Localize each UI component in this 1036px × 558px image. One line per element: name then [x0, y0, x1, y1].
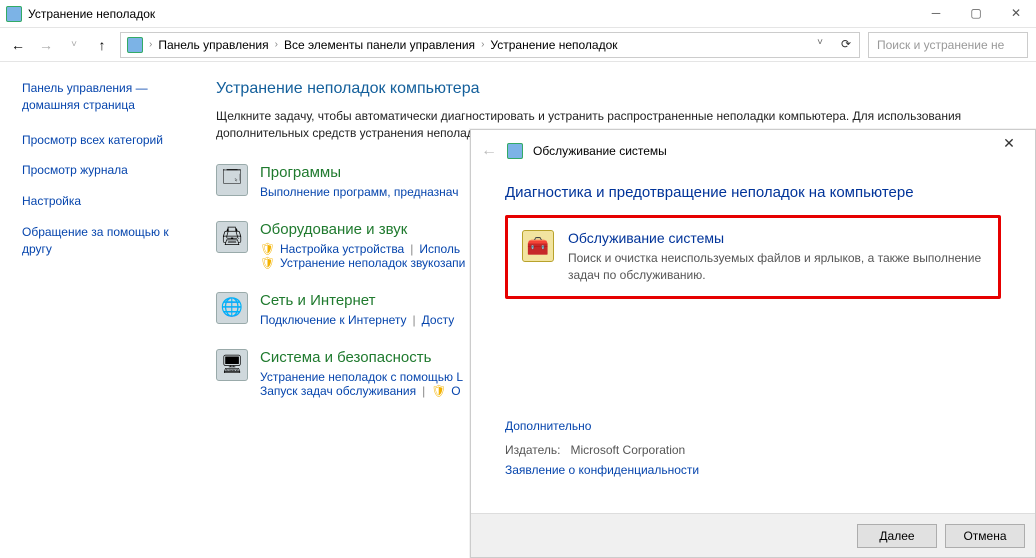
window-title: Устранение неполадок	[28, 7, 155, 21]
sidebar-help-friend-link[interactable]: Обращение за помощью к другу	[22, 224, 186, 258]
chevron-right-icon[interactable]: ›	[481, 39, 484, 50]
up-arrow-icon[interactable]: ↑	[92, 35, 112, 55]
run-programs-link[interactable]: Выполнение программ, предназнач	[260, 185, 458, 199]
sidebar-settings-link[interactable]: Настройка	[22, 193, 186, 210]
publisher-line: Издатель: Microsoft Corporation	[505, 443, 1001, 457]
configure-device-link[interactable]: Настройка устройства	[280, 242, 404, 256]
wizard-titlebar: ← Обслуживание системы ✕	[471, 130, 1035, 172]
cancel-button[interactable]: Отмена	[945, 524, 1025, 548]
chevron-right-icon[interactable]: ›	[275, 39, 278, 50]
category-title[interactable]: Система и безопасность	[260, 349, 463, 366]
publisher-name: Microsoft Corporation	[571, 443, 686, 457]
shield-icon: 🛡	[431, 384, 443, 396]
breadcrumb-item[interactable]: Устранение неполадок	[490, 38, 617, 52]
forward-arrow-icon[interactable]: →	[36, 35, 56, 55]
history-dropdown-icon[interactable]: ˅	[817, 37, 823, 48]
breadcrumb-item[interactable]: Панель управления	[158, 38, 268, 52]
maintenance-tasks-link[interactable]: Запуск задач обслуживания	[260, 384, 416, 398]
o-link[interactable]: О	[451, 384, 460, 398]
search-input[interactable]	[875, 37, 1021, 53]
maintenance-icon: 🧰	[522, 230, 554, 262]
address-bar: ← → ˅ ↑ › Панель управления › Все элемен…	[0, 28, 1036, 62]
category-title[interactable]: Программы	[260, 164, 458, 181]
category-title[interactable]: Сеть и Интернет	[260, 292, 454, 309]
close-button[interactable]: ✕	[996, 0, 1036, 26]
programs-icon: 🗔	[216, 164, 248, 196]
internet-connect-link[interactable]: Подключение к Интернету	[260, 313, 407, 327]
system-icon: 🖥	[216, 349, 248, 381]
shield-icon: 🛡	[260, 242, 272, 254]
minimize-button[interactable]: ─	[916, 0, 956, 26]
troubleshoot-with-link[interactable]: Устранение неполадок с помощью L	[260, 370, 463, 384]
category-title[interactable]: Оборудование и звук	[260, 221, 465, 238]
hardware-icon: 🖨	[216, 221, 248, 253]
breadcrumb-item[interactable]: Все элементы панели управления	[284, 38, 475, 52]
wizard-back-icon[interactable]: ←	[481, 142, 497, 160]
audio-troubleshoot-link[interactable]: Устранение неполадок звукозапи	[280, 256, 465, 270]
privacy-link[interactable]: Заявление о конфиденциальности	[505, 463, 1001, 477]
wizard-heading: Диагностика и предотвращение неполадок н…	[505, 184, 1001, 201]
shield-icon: 🛡	[260, 256, 272, 268]
use-link[interactable]: Исполь	[419, 242, 460, 256]
wizard-title: Обслуживание системы	[533, 144, 667, 158]
recent-dropdown-icon[interactable]: ˅	[64, 35, 84, 55]
wizard-option-system-maintenance[interactable]: 🧰 Обслуживание системы Поиск и очистка н…	[505, 215, 1001, 299]
wizard-button-bar: Далее Отмена	[471, 513, 1035, 557]
next-button[interactable]: Далее	[857, 524, 937, 548]
window-titlebar: Устранение неполадок ─ ▢ ✕	[0, 0, 1036, 28]
option-title: Обслуживание системы	[568, 230, 984, 246]
wizard-icon	[507, 143, 523, 159]
troubleshoot-wizard-dialog: ← Обслуживание системы ✕ Диагностика и п…	[470, 129, 1036, 558]
maximize-button[interactable]: ▢	[956, 0, 996, 26]
chevron-right-icon[interactable]: ›	[149, 39, 152, 50]
search-box[interactable]	[868, 32, 1028, 58]
advanced-link[interactable]: Дополнительно	[505, 419, 1001, 433]
refresh-icon[interactable]: ⟳	[841, 37, 851, 51]
wizard-close-button[interactable]: ✕	[989, 130, 1029, 156]
network-icon: 🌐	[216, 292, 248, 324]
back-arrow-icon[interactable]: ←	[8, 35, 28, 55]
sidebar: Панель управления — домашняя страница Пр…	[0, 62, 200, 558]
sidebar-history-link[interactable]: Просмотр журнала	[22, 162, 186, 179]
sidebar-view-all-link[interactable]: Просмотр всех категорий	[22, 132, 186, 149]
page-title: Устранение неполадок компьютера	[216, 80, 1024, 98]
control-panel-home-link[interactable]: Панель управления — домашняя страница	[22, 80, 186, 114]
access-link[interactable]: Досту	[422, 313, 455, 327]
breadcrumb[interactable]: › Панель управления › Все элементы панел…	[120, 32, 860, 58]
location-icon	[127, 37, 143, 53]
publisher-label: Издатель:	[505, 443, 561, 457]
app-icon	[6, 6, 22, 22]
option-desc: Поиск и очистка неиспользуемых файлов и …	[568, 250, 984, 284]
